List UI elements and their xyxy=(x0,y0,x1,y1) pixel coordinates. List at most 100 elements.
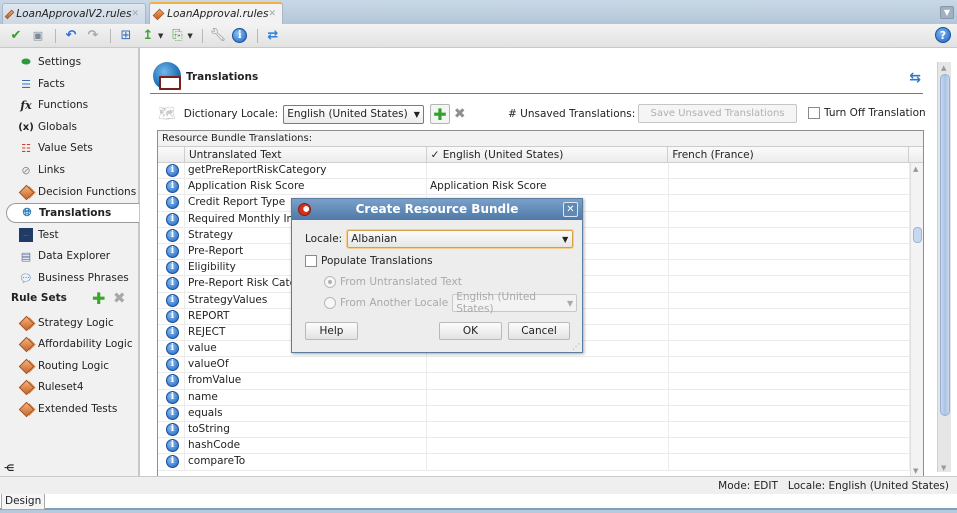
english-cell[interactable] xyxy=(427,373,669,389)
ok-button[interactable]: OK xyxy=(439,322,502,340)
dictionary-locale-select[interactable]: English (United States) ▼ xyxy=(283,104,424,124)
another-locale-select[interactable]: English (United States) ▼ xyxy=(452,291,578,315)
untranslated-text-cell[interactable]: valueOf xyxy=(185,357,427,373)
checkbox[interactable] xyxy=(305,255,317,267)
english-cell[interactable] xyxy=(427,438,669,454)
tree-icon[interactable]: ↥ xyxy=(138,27,158,45)
turn-off-translation-checkbox[interactable]: Turn Off Translation xyxy=(808,107,926,119)
tab-loanapprovalv2[interactable]: LoanApprovalV2.rules ✕ xyxy=(2,3,146,24)
sidebar-item-value-sets[interactable]: ☷ Value Sets xyxy=(0,138,93,158)
ruleset-item[interactable]: Routing Logic xyxy=(0,356,109,376)
column-header-english[interactable]: ✓ English (United States) xyxy=(427,147,669,162)
column-header-untranslated[interactable]: Untranslated Text xyxy=(185,147,427,162)
populate-translations-checkbox[interactable]: Populate Translations xyxy=(305,255,433,267)
english-cell[interactable] xyxy=(427,389,669,405)
ruleset-item[interactable]: Affordability Logic xyxy=(0,334,133,354)
table-row[interactable]: i fromValue xyxy=(158,373,923,390)
table-row[interactable]: i getPreReportRiskCategory xyxy=(158,163,923,180)
radio-button[interactable] xyxy=(324,276,336,288)
untranslated-text-cell[interactable]: toString xyxy=(185,422,427,438)
table-row[interactable]: i hashCode xyxy=(158,438,923,455)
english-cell[interactable] xyxy=(427,454,669,470)
french-cell[interactable] xyxy=(669,405,910,421)
column-header-french[interactable]: French (France) xyxy=(668,147,910,162)
english-cell[interactable] xyxy=(427,405,669,421)
tab-loanapproval[interactable]: LoanApproval.rules ✕ xyxy=(149,2,283,24)
untranslated-text-cell[interactable]: getPreReportRiskCategory xyxy=(185,163,427,179)
decision-table-icon[interactable]: ⊞ xyxy=(116,27,136,45)
ruleset-item[interactable]: Ruleset4 xyxy=(0,377,84,397)
delete-ruleset-button[interactable]: ✖ xyxy=(113,289,126,307)
add-locale-button[interactable]: ✚ xyxy=(429,104,450,124)
scroll-thumb[interactable] xyxy=(913,227,922,243)
close-tab-icon[interactable]: ✕ xyxy=(268,9,276,19)
dropdown-arrow-icon[interactable]: ▼ xyxy=(187,32,192,40)
close-tab-icon[interactable]: ✕ xyxy=(131,9,139,19)
ruleset-item[interactable]: Extended Tests xyxy=(0,399,117,419)
sidebar-item-functions[interactable]: fx Functions xyxy=(0,95,88,115)
undo-icon[interactable]: ↶ xyxy=(61,27,81,45)
dropdown-arrow-icon[interactable]: ▼ xyxy=(158,32,163,40)
info-icon[interactable]: i xyxy=(230,27,250,45)
untranslated-text-cell[interactable]: hashCode xyxy=(185,438,427,454)
french-cell[interactable] xyxy=(669,179,910,195)
sidebar-item-data-explorer[interactable]: ▤ Data Explorer xyxy=(0,246,110,266)
scroll-up-icon[interactable]: ▲ xyxy=(941,64,946,72)
link-icon[interactable]: ⇄ xyxy=(263,27,283,45)
cancel-button[interactable]: Cancel xyxy=(508,322,570,340)
dialog-title-bar[interactable]: Create Resource Bundle ✕ xyxy=(292,199,582,220)
french-cell[interactable] xyxy=(669,276,910,292)
untranslated-text-cell[interactable]: equals xyxy=(185,405,427,421)
sidebar-item-facts[interactable]: ☰ Facts xyxy=(0,74,65,94)
french-cell[interactable] xyxy=(669,373,910,389)
french-cell[interactable] xyxy=(669,308,910,324)
french-cell[interactable] xyxy=(669,292,910,308)
collapse-navigator-icon[interactable]: ⋲ xyxy=(4,464,14,474)
help-button[interactable]: Help xyxy=(305,322,358,340)
column-header-icon[interactable] xyxy=(158,147,185,162)
table-row[interactable]: i toString xyxy=(158,422,923,439)
untranslated-text-cell[interactable]: compareTo xyxy=(185,454,427,470)
french-cell[interactable] xyxy=(669,341,910,357)
sidebar-item-test[interactable]: ~ Test xyxy=(0,225,59,245)
locale-select[interactable]: Albanian ▼ xyxy=(347,230,574,248)
untranslated-text-cell[interactable]: fromValue xyxy=(185,373,427,389)
ruleset-item[interactable]: Strategy Logic xyxy=(0,313,114,333)
table-row[interactable]: i valueOf xyxy=(158,357,923,374)
french-cell[interactable] xyxy=(669,211,910,227)
grid-vertical-scrollbar[interactable]: ▲ ▼ xyxy=(910,163,923,476)
resize-grip-icon[interactable]: ⋰ xyxy=(572,342,580,351)
french-cell[interactable] xyxy=(669,389,910,405)
french-cell[interactable] xyxy=(669,243,910,260)
refresh-translations-icon[interactable]: ⇆ xyxy=(909,70,921,86)
untranslated-text-cell[interactable]: Application Risk Score xyxy=(185,179,427,195)
checkbox[interactable] xyxy=(808,107,820,119)
sidebar-item-translations[interactable]: 🌐︎ Translations xyxy=(6,203,139,223)
table-row[interactable]: i compareTo xyxy=(158,454,923,471)
french-cell[interactable] xyxy=(669,422,910,438)
scroll-thumb[interactable] xyxy=(940,74,950,416)
help-icon[interactable]: ? xyxy=(935,27,951,43)
french-cell[interactable] xyxy=(669,227,910,243)
panel-vertical-scrollbar[interactable]: ▲ ▼ xyxy=(937,62,951,472)
untranslated-text-cell[interactable]: name xyxy=(185,389,427,405)
table-row[interactable]: i name xyxy=(158,389,923,406)
scroll-up-icon[interactable]: ▲ xyxy=(913,165,918,173)
english-cell[interactable] xyxy=(427,163,669,179)
tab-design[interactable]: Design xyxy=(1,494,46,510)
french-cell[interactable] xyxy=(669,454,910,470)
export-icon[interactable]: ⎘ xyxy=(167,27,187,45)
sidebar-item-links[interactable]: ⊘ Links xyxy=(0,160,65,180)
scroll-down-icon[interactable]: ▼ xyxy=(913,467,918,475)
radio-button[interactable] xyxy=(324,297,336,309)
scroll-down-icon[interactable]: ▼ xyxy=(941,464,946,472)
from-another-locale-radio[interactable]: From Another Locale English (United Stat… xyxy=(324,291,578,315)
table-row[interactable]: i equals xyxy=(158,405,923,422)
french-cell[interactable] xyxy=(669,357,910,373)
validate-icon[interactable]: ✔ xyxy=(6,27,26,45)
table-row[interactable]: i Application Risk Score Application Risk … xyxy=(158,179,923,196)
french-cell[interactable] xyxy=(669,324,910,341)
french-cell[interactable] xyxy=(669,260,910,276)
tab-list-menu-button[interactable]: ▼ xyxy=(940,6,954,19)
english-cell[interactable] xyxy=(427,357,669,373)
